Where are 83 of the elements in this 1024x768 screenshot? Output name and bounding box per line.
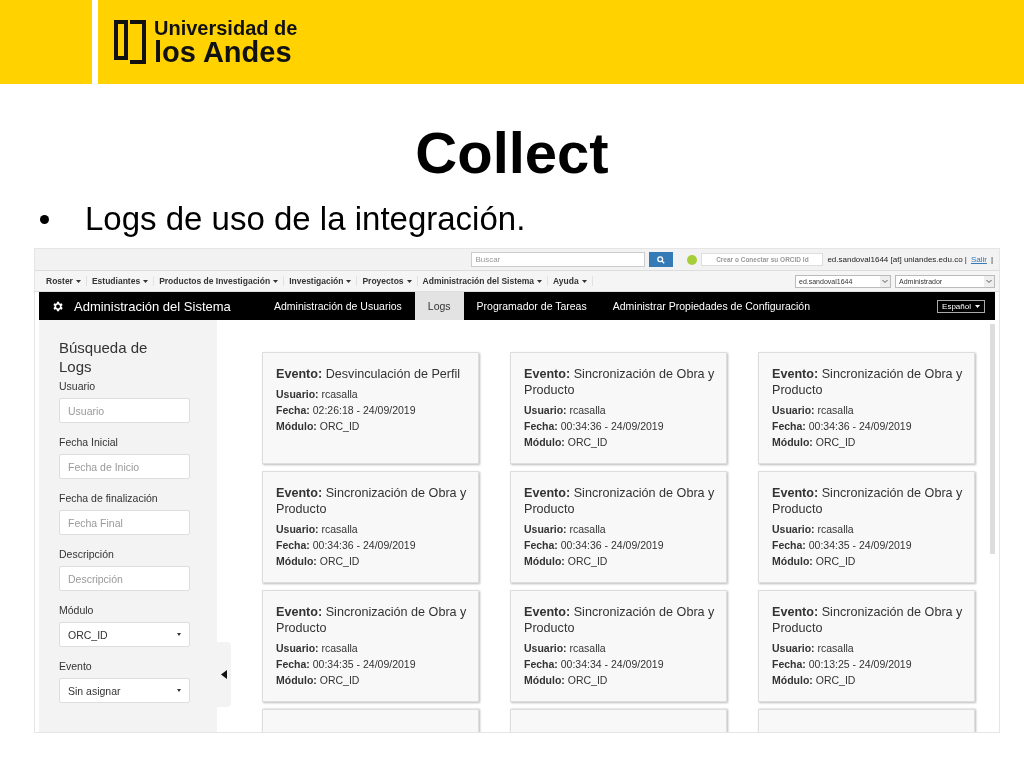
logo-emblem-icon <box>112 18 148 66</box>
date-text: Fecha: 02:26:18 - 24/09/2019 <box>276 404 417 417</box>
menu-item[interactable]: Estudiantes <box>86 276 155 286</box>
scrollbar[interactable] <box>990 324 995 554</box>
event-text: Evento: Sincronización de Obra y Producto <box>772 366 964 398</box>
date-text: Fecha: 00:34:36 - 24/09/2019 <box>276 539 417 552</box>
user-email: ed.sandoval1644 [at] uniandes.edu.co | <box>827 255 967 264</box>
date-text: Fecha: 00:34:35 - 24/09/2019 <box>276 658 417 671</box>
user-text: Usuario: rcasalla <box>772 642 855 655</box>
caret-icon <box>406 279 412 283</box>
caret-left-icon <box>221 670 227 679</box>
date-text: Fecha: 00:34:36 - 24/09/2019 <box>524 539 665 552</box>
select-field[interactable]: ORC_ID <box>59 622 190 647</box>
caret-icon <box>177 633 181 636</box>
menu-item[interactable]: Ayuda <box>548 276 593 286</box>
module-text: Módulo: ORC_ID <box>276 555 361 568</box>
module-text: Módulo: ORC_ID <box>772 436 857 449</box>
caret-icon <box>975 304 980 308</box>
user-text: Usuario: rcasalla <box>276 642 359 655</box>
event-text: Evento: Sincronización de Obra y Producto <box>276 485 468 517</box>
user-text: Usuario: rcasalla <box>524 404 607 417</box>
search-button[interactable] <box>649 252 674 267</box>
user-text: Usuario: rcasalla <box>524 523 607 536</box>
event-text: Evento: Sincronización de Obra y Producto <box>276 604 468 636</box>
user-text: Usuario: rcasalla <box>524 642 607 655</box>
caret-icon <box>75 279 81 283</box>
menu-item[interactable]: Administración del Sistema <box>417 276 549 286</box>
separator-text: | <box>990 255 993 264</box>
settings-icon <box>51 299 64 313</box>
sidebar-heading: Búsqueda de Logs <box>59 338 149 376</box>
module-text: Módulo: ORC_ID <box>276 420 361 433</box>
menu-item[interactable]: Proyectos <box>357 276 418 286</box>
module-text: Módulo: ORC_ID <box>772 555 857 568</box>
search-icon <box>657 255 666 264</box>
collapse-tab[interactable] <box>217 642 231 707</box>
event-text: Evento: Sincronización de Obra y Producto <box>524 604 716 636</box>
field-label: Fecha Inicial <box>59 436 119 448</box>
menu-item[interactable]: Productos de Investigación <box>154 276 285 286</box>
language-select[interactable]: Español <box>937 299 985 313</box>
user-text: Usuario: rcasalla <box>772 404 855 417</box>
date-text: Fecha: 00:13:25 - 24/09/2019 <box>772 658 913 671</box>
event-text: Evento: Sincronización de Obra y Producto <box>524 366 716 398</box>
logo-text: Universidad de <box>154 17 298 38</box>
caret-icon <box>581 279 587 283</box>
user-text: Usuario: rcasalla <box>772 523 855 536</box>
module-text: Módulo: ORC_ID <box>524 555 609 568</box>
logout-link[interactable]: Salir <box>970 255 987 264</box>
bullet-text: Logs de uso de la integración. <box>85 200 526 238</box>
event-text: Evento: Sincronización de Obra y Producto <box>772 485 964 517</box>
module-text: Módulo: ORC_ID <box>276 674 361 687</box>
event-text: Evento: Sincronización de Obra y Producto <box>524 485 716 517</box>
module-text: Módulo: ORC_ID <box>524 674 609 687</box>
module-text: Módulo: ORC_ID <box>524 436 609 449</box>
menu-item[interactable]: Investigación <box>284 276 358 286</box>
orcid-icon <box>687 254 698 265</box>
slide-title: Collect <box>414 124 610 182</box>
chevron-icon <box>880 275 890 287</box>
caret-icon <box>537 279 543 283</box>
date-text: Fecha: 00:34:34 - 24/09/2019 <box>524 658 665 671</box>
caret-icon <box>346 279 352 283</box>
date-text: Fecha: 00:34:35 - 24/09/2019 <box>772 539 913 552</box>
caret-icon <box>177 689 181 692</box>
field-label: Descripción <box>59 548 115 560</box>
menu-item[interactable]: Roster <box>41 276 87 286</box>
field-label: Evento <box>59 660 93 672</box>
caret-icon <box>273 279 279 283</box>
admin-title: Administración del Sistema <box>74 298 231 314</box>
event-text: Evento: Sincronización de Obra y Producto <box>772 604 964 636</box>
nav-tab[interactable]: Logs <box>414 292 464 320</box>
event-text: Evento: Desvinculación de Perfil <box>276 366 462 382</box>
field-label: Módulo <box>59 604 95 616</box>
date-text: Fecha: 00:34:36 - 24/09/2019 <box>524 420 665 433</box>
field-label: Usuario <box>59 380 97 392</box>
module-text: Módulo: ORC_ID <box>772 674 857 687</box>
chevron-icon <box>984 275 994 287</box>
user-text: Usuario: rcasalla <box>276 388 359 401</box>
caret-icon <box>143 279 149 283</box>
bullet-icon <box>40 214 49 224</box>
logo-text: los Andes <box>154 37 293 67</box>
select-field[interactable]: Sin asignar <box>59 678 190 703</box>
user-text: Usuario: rcasalla <box>276 523 359 536</box>
date-text: Fecha: 00:34:36 - 24/09/2019 <box>772 420 913 433</box>
field-label: Fecha de finalización <box>59 492 159 504</box>
